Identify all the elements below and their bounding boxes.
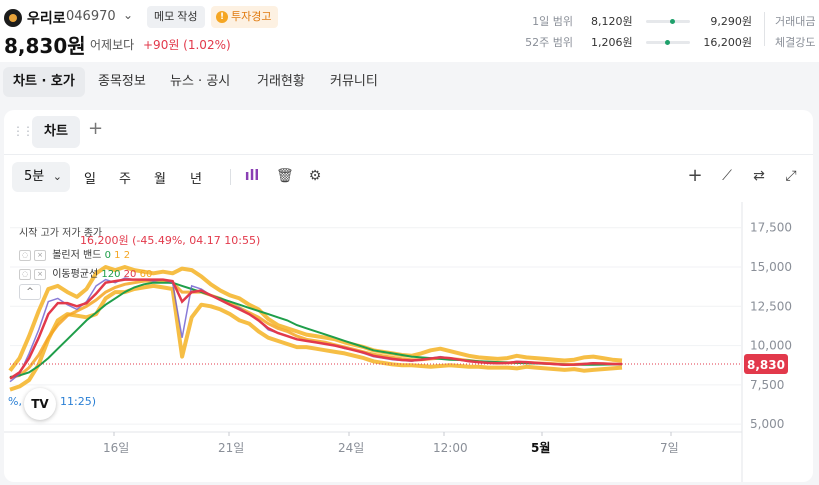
collapse-legend-button[interactable]: ^ [19,284,41,300]
tab-trading[interactable]: 거래현황 [247,67,315,97]
eye-off-icon[interactable]: ◌ [19,249,31,261]
y-tick-label: 12,500 [750,299,792,313]
year-range: 52주 범위 1,206원 16,200원 [513,34,753,50]
change-label: 어제보다 [90,38,135,52]
y-tick-label: 10,000 [750,339,792,353]
crosshair-icon[interactable]: + [687,167,703,185]
separator-dot: · [80,36,84,50]
interval-value: 5분 [24,169,45,184]
y-tick-label: 7,500 [750,378,784,392]
range-position-dot [665,40,670,45]
y-tick-label: 15,000 [750,260,792,274]
tradingview-logo[interactable]: TV [24,388,56,420]
bb-param: 0 [104,250,111,261]
ma-param: 20 [123,269,137,280]
x-tick-label: 12:00 [433,441,468,455]
range-low: 1,206원 [591,36,633,49]
x-tick-label: 24일 [338,441,364,455]
tab-stock-info[interactable]: 종목정보 [88,67,156,97]
x-tick-label: 16일 [103,441,129,455]
bollinger-legend: ◌ × 볼린저 밴드 0 1 2 [19,246,130,261]
range-high: 9,290원 [710,15,752,28]
day-range: 1일 범위 8,120원 9,290원 [513,13,753,29]
warning-icon: ! [216,11,228,23]
trade-value-label: 거래대금 [775,15,816,28]
y-tick-label: 17,500 [750,221,792,235]
tab-news[interactable]: 뉴스 · 공시 [160,67,240,97]
fullscreen-icon[interactable]: ⤢ [783,168,799,184]
y-axis: 17,500 15,000 12,500 10,000 7,500 5,000 [750,221,792,431]
ma-legend: ◌ × 이동평균선 120 20 60 [19,265,152,280]
tab-community[interactable]: 커뮤니티 [320,67,388,97]
time-fragment: 11:25) [60,395,96,408]
chart-toolbar: 5분 ⌄ 일 주 월 년 ıll 🗑 ⚙ + ⟋ ⇄ ⤢ [4,160,813,194]
company-logo [4,9,22,27]
range-bar [646,40,690,45]
tab-chart-orderbook[interactable]: 차트 · 호가 [3,67,85,97]
divider [230,169,231,185]
eye-off-icon[interactable]: ◌ [19,268,31,280]
gear-icon[interactable]: ⚙ [307,168,323,184]
current-price-label: 8,830 [747,358,785,372]
x-tick-label: 7일 [660,441,679,455]
y-tick-label: 5,000 [750,417,784,431]
interval-select[interactable]: 5분 ⌄ [12,162,70,192]
bollinger-label: 볼린저 밴드 [52,250,102,261]
range-position-dot [670,19,675,24]
main-tabs: 차트 · 호가 종목정보 뉴스 · 공시 거래현황 커뮤니티 [0,62,819,104]
indicator-icon[interactable]: ıll [244,168,260,184]
investment-warning-badge: ! 투자경고 [211,6,279,28]
stock-header: 우리로 046970 ⌄ 메모 작성 ! 투자경고 8,830원 · 어제보다 … [0,0,819,62]
x-tick-label: 21일 [218,441,244,455]
range-low: 8,120원 [591,15,633,28]
warning-badge-label: 투자경고 [231,10,272,23]
drag-handle-icon[interactable]: ⋮⋮ [12,124,34,138]
chart-tab[interactable]: 차트 [32,116,80,148]
compare-icon[interactable]: ⇄ [751,168,767,184]
ma-label: 이동평균선 [52,269,99,280]
period-year[interactable]: 년 [190,168,202,187]
stock-code: 046970 [66,9,116,24]
range-high: 16,200원 [703,36,752,49]
period-week[interactable]: 주 [119,168,131,187]
chevron-down-icon[interactable]: ⌄ [123,8,133,22]
memo-button[interactable]: 메모 작성 [147,6,205,28]
percent-fragment: %, [8,395,22,408]
divider [764,12,765,46]
close-icon[interactable]: × [34,268,46,280]
range-label: 1일 범위 [532,15,573,28]
x-axis: 16일 21일 24일 12:00 5월 7일 [103,440,679,455]
change-value: +90원 (1.02%) [143,38,231,52]
range-label: 52주 범위 [525,36,573,49]
period-month[interactable]: 월 [154,168,166,187]
x-tick-label: 5월 [531,440,550,455]
page: 우리로 046970 ⌄ 메모 작성 ! 투자경고 8,830원 · 어제보다 … [0,0,819,485]
ma-param: 120 [101,269,121,280]
period-day[interactable]: 일 [84,168,96,187]
add-tab-icon[interactable]: + [88,118,103,139]
chevron-down-icon: ⌄ [52,170,62,183]
close-icon[interactable]: × [34,249,46,261]
divider [4,154,813,155]
trade-strength-label: 체결강도 [775,36,816,49]
chart-card: ⋮⋮ 차트 + 5분 ⌄ 일 주 월 년 ıll 🗑 ⚙ + ⟋ ⇄ ⤢ 17,… [4,110,813,482]
current-price: 8,830원 [4,34,86,58]
bb-param: 2 [123,250,131,261]
ma-param: 60 [139,269,153,280]
range-bar [646,19,690,24]
bb-param: 1 [114,250,121,261]
draw-line-icon[interactable]: ⟋ [719,168,735,184]
trash-icon[interactable]: 🗑 [276,168,294,184]
stock-name: 우리로 [27,11,66,27]
